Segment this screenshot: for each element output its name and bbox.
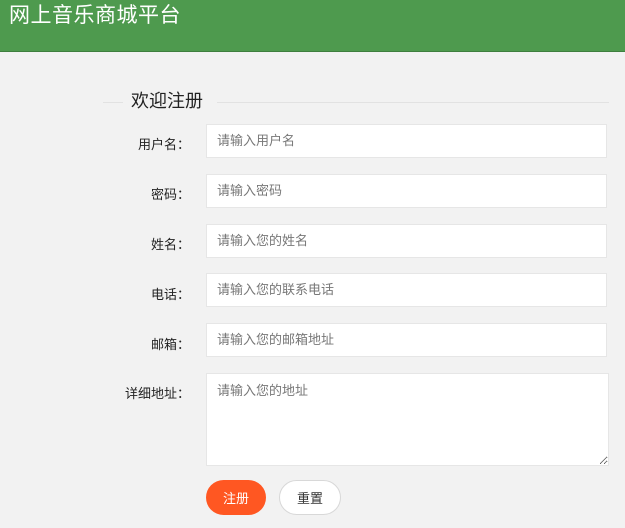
email-label: 邮箱： — [150, 338, 190, 353]
email-input[interactable] — [206, 323, 607, 357]
phone-input[interactable] — [206, 273, 607, 307]
address-textarea[interactable] — [206, 373, 609, 466]
app-title: 网上音乐商城平台 — [9, 3, 181, 27]
address-label: 详细地址： — [124, 387, 190, 402]
legend-divider-left — [103, 102, 123, 103]
reset-button[interactable]: 重置 — [279, 480, 341, 515]
form-legend: 欢迎注册 — [131, 91, 203, 112]
app-header: 网上音乐商城平台 — [0, 0, 625, 52]
password-input[interactable] — [206, 174, 607, 208]
phone-label: 电话： — [150, 288, 190, 303]
legend-divider-right — [217, 102, 609, 103]
name-input[interactable] — [206, 224, 607, 258]
password-label: 密码： — [150, 188, 190, 203]
name-label: 姓名： — [150, 238, 190, 253]
username-input[interactable] — [206, 124, 607, 158]
username-label: 用户名： — [137, 138, 190, 153]
register-button[interactable]: 注册 — [206, 480, 266, 515]
